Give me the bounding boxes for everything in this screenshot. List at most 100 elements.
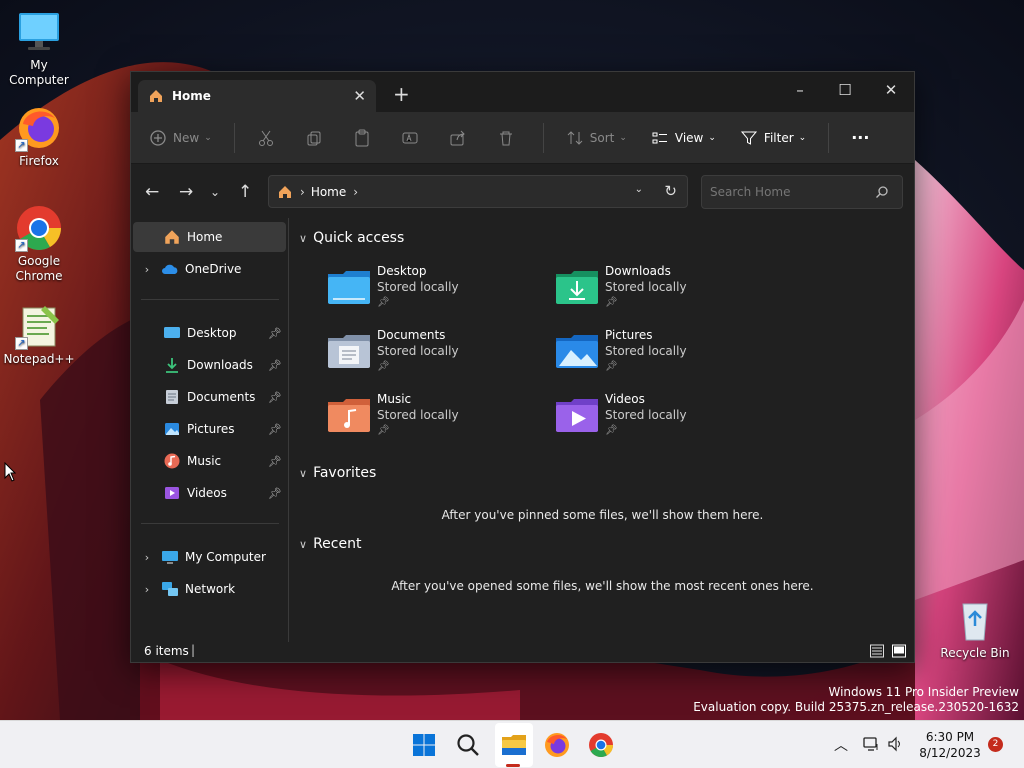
start-windows-icon[interactable] (410, 731, 438, 759)
details-view-icon[interactable] (869, 643, 885, 659)
notepadpp-icon: ↗ (15, 302, 63, 350)
cut-button[interactable] (257, 129, 281, 147)
close-tab-icon[interactable]: ✕ (353, 87, 366, 105)
music-icon (164, 453, 180, 469)
firefox-icon[interactable] (543, 731, 571, 759)
tiles-view-icon[interactable] (891, 643, 907, 659)
desktop-icon-chrome[interactable]: ↗ Google Chrome (0, 204, 78, 284)
chevron-right-icon[interactable]: › (136, 551, 158, 564)
pin-icon: 📌︎ (268, 390, 282, 404)
notification-badge[interactable]: 2 (988, 737, 1003, 752)
maximize-button[interactable]: ☐ (822, 76, 868, 104)
file-explorer-icon[interactable] (500, 731, 528, 759)
rename-icon (402, 132, 418, 143)
chrome-icon[interactable] (587, 731, 615, 759)
quick-access-item-pictures[interactable]: Pictures Stored locally 📌︎ (555, 328, 765, 384)
tab-home[interactable]: Home ✕ (138, 80, 376, 112)
chevron-right-icon[interactable]: › (136, 583, 158, 596)
close-window-button[interactable]: ✕ (868, 76, 914, 104)
delete-button[interactable] (497, 129, 521, 147)
copy-button[interactable] (305, 129, 329, 147)
show-hidden-icons-chevron-icon[interactable]: ︿ (834, 735, 848, 755)
desktop-icon-notepadpp[interactable]: ↗ Notepad++ (0, 302, 78, 367)
search-input[interactable] (701, 175, 903, 209)
pin-icon: 📌︎ (268, 358, 282, 372)
nav-item-onedrive[interactable]: › OneDrive (133, 254, 286, 284)
quick-access-item-desktop[interactable]: Desktop Stored locally 📌︎ (327, 264, 537, 320)
copy-icon (307, 131, 321, 145)
item-name: Videos (605, 392, 645, 406)
item-name: Documents (377, 328, 446, 342)
favorites-header[interactable]: ∨ Favorites (299, 465, 376, 481)
view-button[interactable]: View ⌄ (651, 129, 716, 147)
chevron-right-icon[interactable]: › (136, 263, 158, 276)
item-name: Downloads (605, 264, 671, 278)
address-bar[interactable]: › Home › ⌄ ↻ (268, 175, 688, 208)
nav-item-videos[interactable]: Videos 📌︎ (133, 478, 286, 508)
quick-access-item-documents[interactable]: Documents Stored locally 📌︎ (327, 328, 537, 384)
quick-access-item-videos[interactable]: Videos Stored locally 📌︎ (555, 392, 765, 448)
nav-pane-splitter[interactable] (288, 218, 289, 642)
new-button[interactable]: New ⌄ (149, 129, 212, 147)
network-status-icon[interactable] (862, 735, 880, 753)
nav-divider (141, 299, 279, 300)
paste-button[interactable] (353, 129, 377, 147)
minimize-button[interactable]: – (777, 76, 823, 104)
nav-item-home[interactable]: Home (133, 222, 286, 252)
nav-item-label: OneDrive (185, 262, 242, 276)
nav-item-downloads[interactable]: Downloads 📌︎ (133, 350, 286, 380)
quick-access-item-downloads[interactable]: Downloads Stored locally 📌︎ (555, 264, 765, 320)
item-location: Stored locally (605, 408, 687, 422)
nav-item-desktop[interactable]: Desktop 📌︎ (133, 318, 286, 348)
file-explorer-window: Home ✕ + – ☐ ✕ New ⌄ Sort ⌄ View ⌄ Filte… (130, 71, 915, 663)
nav-item-documents[interactable]: Documents 📌︎ (133, 382, 286, 412)
nav-item-music[interactable]: Music 📌︎ (133, 446, 286, 476)
recent-locations-chevron-icon[interactable]: ⌄ (210, 185, 220, 199)
search-icon[interactable] (454, 731, 482, 759)
watermark-line: Evaluation copy. Build 25375.zn_release.… (693, 700, 1019, 714)
nav-item-my-computer[interactable]: › My Computer (133, 542, 286, 572)
breadcrumb-home[interactable]: Home (311, 185, 346, 199)
evaluation-watermark: Windows 11 Pro Insider Preview Evaluatio… (693, 685, 1019, 715)
new-tab-button[interactable]: + (393, 82, 410, 106)
recent-header[interactable]: ∨ Recent (299, 536, 361, 552)
filter-icon (740, 131, 757, 145)
video-icon (165, 487, 179, 499)
volume-icon[interactable] (886, 735, 904, 753)
desktop-icon-my-computer[interactable]: My Computer (0, 8, 78, 88)
pin-icon: 📌︎ (268, 422, 282, 436)
nav-item-label: Network (185, 582, 236, 596)
rename-button[interactable] (401, 129, 425, 147)
quick-access-item-music[interactable]: Music Stored locally 📌︎ (327, 392, 537, 448)
videos-folder-icon (556, 399, 598, 432)
active-app-indicator (506, 764, 520, 767)
nav-item-network[interactable]: › Network (133, 574, 286, 604)
breadcrumb-chevron-icon[interactable]: › (353, 185, 358, 199)
address-dropdown-chevron-icon[interactable]: ⌄ (635, 184, 643, 195)
status-bar: 6 items | (131, 642, 914, 662)
pin-icon: 📌︎ (268, 486, 282, 500)
music-folder-icon (328, 399, 370, 432)
download-icon (166, 358, 178, 373)
more-options-button[interactable]: ··· (851, 128, 869, 147)
clipboard-icon (355, 129, 369, 146)
desktop-icon-label: My Computer (9, 58, 69, 87)
pin-icon: 📌︎ (268, 326, 282, 340)
forward-arrow-icon[interactable]: → (179, 182, 193, 202)
filter-button[interactable]: Filter ⌄ (740, 129, 806, 147)
share-button[interactable] (449, 129, 473, 147)
system-clock[interactable]: 6:30 PM 8/12/2023 (917, 729, 983, 761)
desktop-icon-recycle-bin[interactable]: Recycle Bin (936, 596, 1014, 661)
back-arrow-icon[interactable]: ← (145, 182, 159, 202)
nav-item-pictures[interactable]: Pictures 📌︎ (133, 414, 286, 444)
chevron-down-icon: ∨ (299, 231, 308, 245)
sort-button[interactable]: Sort ⌄ (566, 129, 627, 147)
quick-access-header[interactable]: ∨ Quick access (299, 230, 404, 246)
desktop-icon-firefox[interactable]: ↗ Firefox (0, 104, 78, 169)
item-count: 6 items (144, 644, 189, 658)
chevron-down-icon: ⌄ (619, 132, 627, 143)
refresh-icon[interactable]: ↻ (664, 182, 677, 200)
home-icon (150, 90, 162, 102)
pin-icon: 📌︎ (268, 454, 282, 468)
up-arrow-icon[interactable]: ↑ (238, 182, 252, 202)
